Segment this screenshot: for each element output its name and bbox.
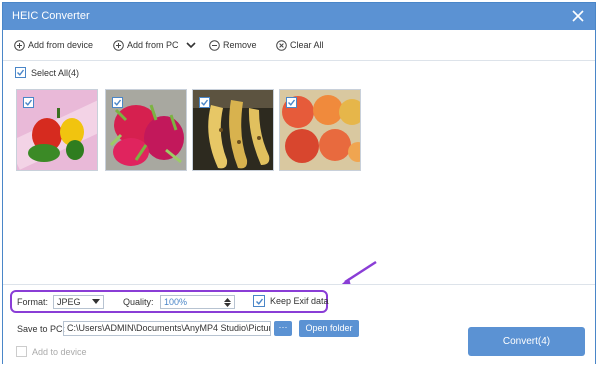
clear-all-label: Clear All	[290, 40, 324, 50]
add-from-pc-label: Add from PC	[127, 40, 179, 50]
plus-circle-icon	[113, 39, 124, 51]
thumbnail-bananas[interactable]	[192, 89, 274, 171]
remove-button[interactable]: Remove	[209, 38, 257, 52]
keep-exif-label: Keep Exif data	[270, 296, 329, 306]
quality-stepper[interactable]: 100%	[160, 295, 235, 309]
quality-label: Quality:	[123, 297, 154, 307]
check-icon	[17, 69, 25, 76]
x-circle-icon	[276, 39, 287, 51]
select-all-checkbox[interactable]: Select All(4)	[15, 67, 79, 78]
save-to-label: Save to PC:	[17, 324, 66, 334]
title-bar: HEIC Converter	[3, 3, 595, 30]
heic-converter-window: HEIC Converter Add from device Add from …	[2, 2, 596, 365]
add-from-device-label: Add from device	[28, 40, 94, 50]
check-icon	[255, 298, 263, 305]
check-icon	[201, 99, 209, 106]
add-to-device-label: Add to device	[32, 346, 87, 357]
plus-circle-icon	[14, 39, 25, 51]
remove-label: Remove	[223, 40, 257, 50]
keep-exif-checkbox[interactable]: Keep Exif data	[253, 295, 329, 307]
thumbnail-bell-peppers[interactable]	[16, 89, 98, 171]
checkbox[interactable]	[15, 67, 26, 78]
close-icon[interactable]	[569, 7, 587, 25]
dropdown-arrow-icon	[92, 299, 100, 304]
format-value: JPEG	[57, 297, 81, 307]
toolbar: Add from device Add from PC Remove Clear…	[3, 30, 595, 61]
add-to-device-checkbox[interactable]: Add to device	[16, 346, 87, 357]
settings-panel: Format: JPEG Quality: 100% Keep Exif dat…	[3, 284, 595, 365]
check-icon	[114, 99, 122, 106]
format-label: Format:	[17, 297, 49, 307]
thumbnail-checkbox[interactable]	[199, 97, 210, 108]
open-folder-button[interactable]: Open folder	[299, 320, 359, 337]
thumbnail-peaches[interactable]	[279, 89, 361, 171]
window-title: HEIC Converter	[12, 10, 90, 22]
minus-circle-icon	[209, 39, 220, 51]
save-path-field[interactable]: C:\Users\ADMIN\Documents\AnyMP4 Studio\P…	[63, 321, 271, 336]
thumbnail-checkbox[interactable]	[286, 97, 297, 108]
check-icon	[288, 99, 296, 106]
thumbnail-dragon-fruit[interactable]	[105, 89, 187, 171]
add-from-pc-button[interactable]: Add from PC	[113, 38, 200, 52]
chevron-down-icon[interactable]	[185, 41, 197, 50]
clear-all-button[interactable]: Clear All	[276, 38, 324, 52]
check-icon	[25, 99, 33, 106]
thumbnail-checkbox[interactable]	[23, 97, 34, 108]
browse-button[interactable]: ···	[274, 321, 292, 336]
quality-value: 100%	[164, 297, 188, 307]
stepper-arrows-icon[interactable]	[224, 298, 231, 307]
checkbox[interactable]	[253, 295, 265, 307]
add-from-device-button[interactable]: Add from device	[14, 38, 93, 52]
thumbnail-checkbox[interactable]	[112, 97, 123, 108]
convert-button[interactable]: Convert(4)	[468, 327, 585, 356]
format-select[interactable]: JPEG	[53, 295, 104, 309]
select-all-label: Select All(4)	[31, 67, 80, 78]
checkbox[interactable]	[16, 346, 27, 357]
